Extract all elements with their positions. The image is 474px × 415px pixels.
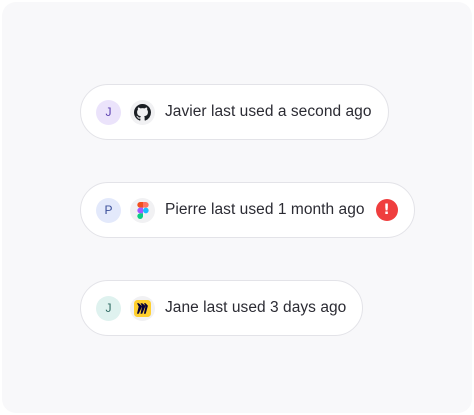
activity-item-pierre[interactable]: P Pierre last used 1 month ago ! [80,182,415,238]
activity-item-javier[interactable]: J Javier last used a second ago [80,84,389,140]
avatar-initial: P [104,203,113,217]
activity-item-jane[interactable]: J Jane last used 3 days ago [80,280,364,336]
alert-symbol: ! [383,202,390,218]
activity-text: Pierre last used 1 month ago [165,201,365,218]
exclamation-icon[interactable]: ! [375,199,398,221]
avatar: J [96,295,121,321]
avatar: P [96,197,121,223]
github-icon [130,99,155,125]
avatar: J [96,99,121,125]
avatar-initial: J [105,105,112,119]
activity-panel: J Javier last used a second ago P Pierre… [2,2,472,413]
activity-text: Jane last used 3 days ago [165,299,347,316]
activity-text: Javier last used a second ago [165,103,372,120]
avatar-initial: J [105,301,112,315]
figma-icon [130,197,155,223]
miro-icon [130,295,155,321]
